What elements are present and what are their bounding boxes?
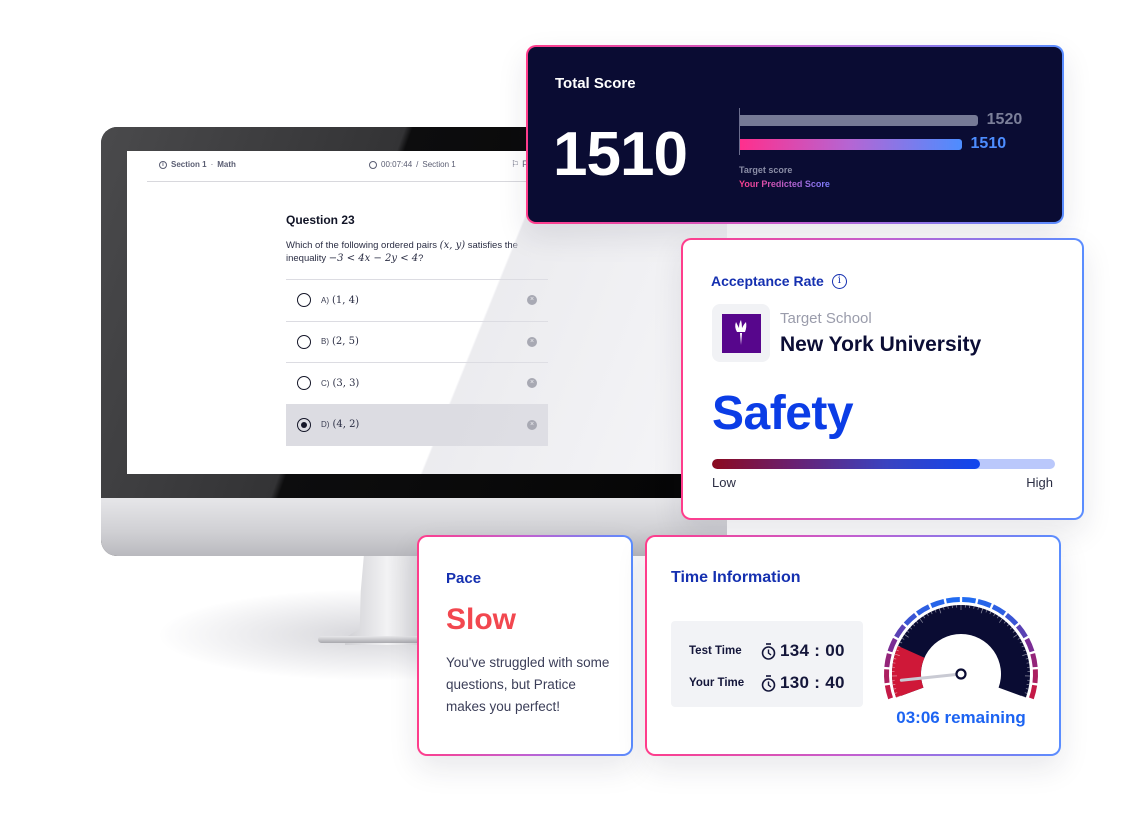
pace-description: You've struggled with some questions, bu… [446, 655, 610, 714]
option-letter: D) [321, 420, 330, 430]
acceptance-meter [712, 459, 1055, 469]
answer-options: A) (1, 4) × B) (2, 5) × C) (3, 3) × D) (… [286, 279, 548, 446]
time-remaining: 03:06 remaining [896, 708, 1026, 727]
your-time-value: 130 : 40 [780, 673, 845, 692]
strikeout-icon[interactable]: × [527, 378, 537, 389]
monitor-chin [101, 498, 727, 556]
timer-separator: / [416, 160, 419, 169]
total-score-card: Total Score 1510 1520 1510 Target score … [526, 45, 1064, 224]
question-title: Question 23 [286, 213, 355, 227]
torch-icon [735, 320, 747, 345]
timer-value: 00:07:44 [381, 160, 413, 169]
test-time-value: 134 : 00 [780, 641, 845, 660]
gauge-needle-hub [955, 668, 967, 680]
gauge-outer-segment [1032, 669, 1038, 684]
question-text-suffix: ? [418, 253, 424, 264]
radio-button[interactable] [297, 293, 311, 308]
gauge-outer-segment [884, 684, 893, 700]
test-time-label: Test Time [689, 645, 742, 657]
pace-title: Pace [446, 570, 482, 587]
legend-target: Target score [739, 165, 793, 175]
answer-option-c[interactable]: C) (3, 3) × [286, 363, 548, 405]
option-value: (1, 4) [332, 294, 359, 306]
radio-button[interactable] [297, 376, 311, 391]
pace-card: Pace Slow You've struggled with some que… [417, 535, 633, 756]
option-letter: C) [321, 378, 330, 388]
subject-label: Math [217, 160, 236, 169]
gauge-outer-segment [1024, 637, 1035, 653]
your-time-label: Your Time [689, 677, 745, 689]
question-inequality: −3 < 4x − 2y < 4 [328, 253, 419, 264]
answer-option-d[interactable]: D) (4, 2) × [286, 404, 548, 446]
answer-option-a[interactable]: A) (1, 4) × [286, 280, 548, 322]
stopwatch-icon [761, 674, 776, 692]
acceptance-meter-fill [712, 459, 980, 469]
section-label: Section 1 [171, 160, 207, 169]
question-text-prefix: Which of the following ordered pairs [286, 240, 438, 251]
your-time-row: Your Time 130 : 40 [689, 673, 845, 693]
nyu-torch-logo [721, 313, 761, 353]
option-letter: A) [321, 295, 329, 305]
gauge-outer-segment [1029, 684, 1038, 700]
separator-dot: · [210, 160, 214, 169]
info-icon: i [159, 160, 167, 169]
test-time-row: Test Time 134 : 00 [689, 641, 845, 661]
target-score-bar [740, 115, 978, 126]
timer-section: Section 1 [422, 160, 456, 169]
gauge-outer-segment [962, 597, 977, 604]
gauge-outer-segment [945, 597, 960, 604]
time-information-card: Time Information Test Time 134 : 00 Your… [645, 535, 1061, 756]
gauge-outer-segment [887, 637, 898, 653]
acceptance-status: Safety [712, 387, 854, 440]
predicted-score-bar [740, 139, 962, 150]
section-indicator: i Section 1 · Math [159, 160, 236, 169]
gauge-outer-segment [977, 599, 992, 608]
score-card-title: Total Score [555, 75, 636, 92]
school-logo-container [712, 304, 770, 362]
school-name: New York University [780, 333, 982, 356]
acceptance-title: Acceptance Rate i [711, 273, 847, 289]
exam-timer: 00:07:44 / Section 1 [369, 160, 456, 169]
flag-icon: ⚐ [511, 159, 520, 169]
acceptance-title-text: Acceptance Rate [711, 273, 824, 289]
time-gauge [884, 597, 1038, 700]
stopwatch-icon [369, 160, 377, 169]
option-value: (4, 2) [332, 419, 360, 431]
target-score-label: 1520 [986, 111, 1023, 128]
info-icon[interactable]: i [831, 273, 847, 289]
target-school-label: Target School [780, 310, 872, 327]
gauge-outer-segment [930, 599, 945, 608]
meter-low-label: Low [712, 475, 736, 490]
total-score-value: 1510 [553, 120, 688, 189]
meter-high-label: High [1026, 475, 1053, 490]
radio-button-selected[interactable] [297, 417, 311, 432]
strikeout-icon[interactable]: × [527, 419, 537, 430]
option-value: (2, 5) [332, 336, 359, 348]
radio-button[interactable] [297, 334, 311, 349]
time-summary: Test Time 134 : 00 Your Time 130 : 40 [671, 621, 863, 707]
acceptance-rate-card: Acceptance Rate i Target School New York… [681, 238, 1084, 520]
gauge-outer-segment [884, 653, 892, 668]
strikeout-icon[interactable]: × [527, 336, 537, 347]
question-text: Which of the following ordered pairs (x,… [286, 239, 548, 265]
question-vars: (x, y) [439, 240, 466, 251]
option-letter: B) [321, 337, 329, 347]
legend-predicted: Your Predicted Score [739, 179, 830, 189]
option-value: (3, 3) [332, 377, 360, 389]
gauge-outer-segment [1030, 653, 1038, 668]
pace-value: Slow [446, 603, 517, 636]
gauge-outer-segment [884, 669, 890, 684]
stopwatch-icon [761, 642, 776, 660]
time-info-title: Time Information [671, 569, 801, 586]
radio-dot [301, 421, 307, 428]
answer-option-b[interactable]: B) (2, 5) × [286, 322, 548, 363]
strikeout-icon[interactable]: × [527, 295, 537, 306]
predicted-score-label: 1510 [970, 135, 1007, 152]
question-panel: Question 23 Which of the following order… [286, 213, 548, 446]
